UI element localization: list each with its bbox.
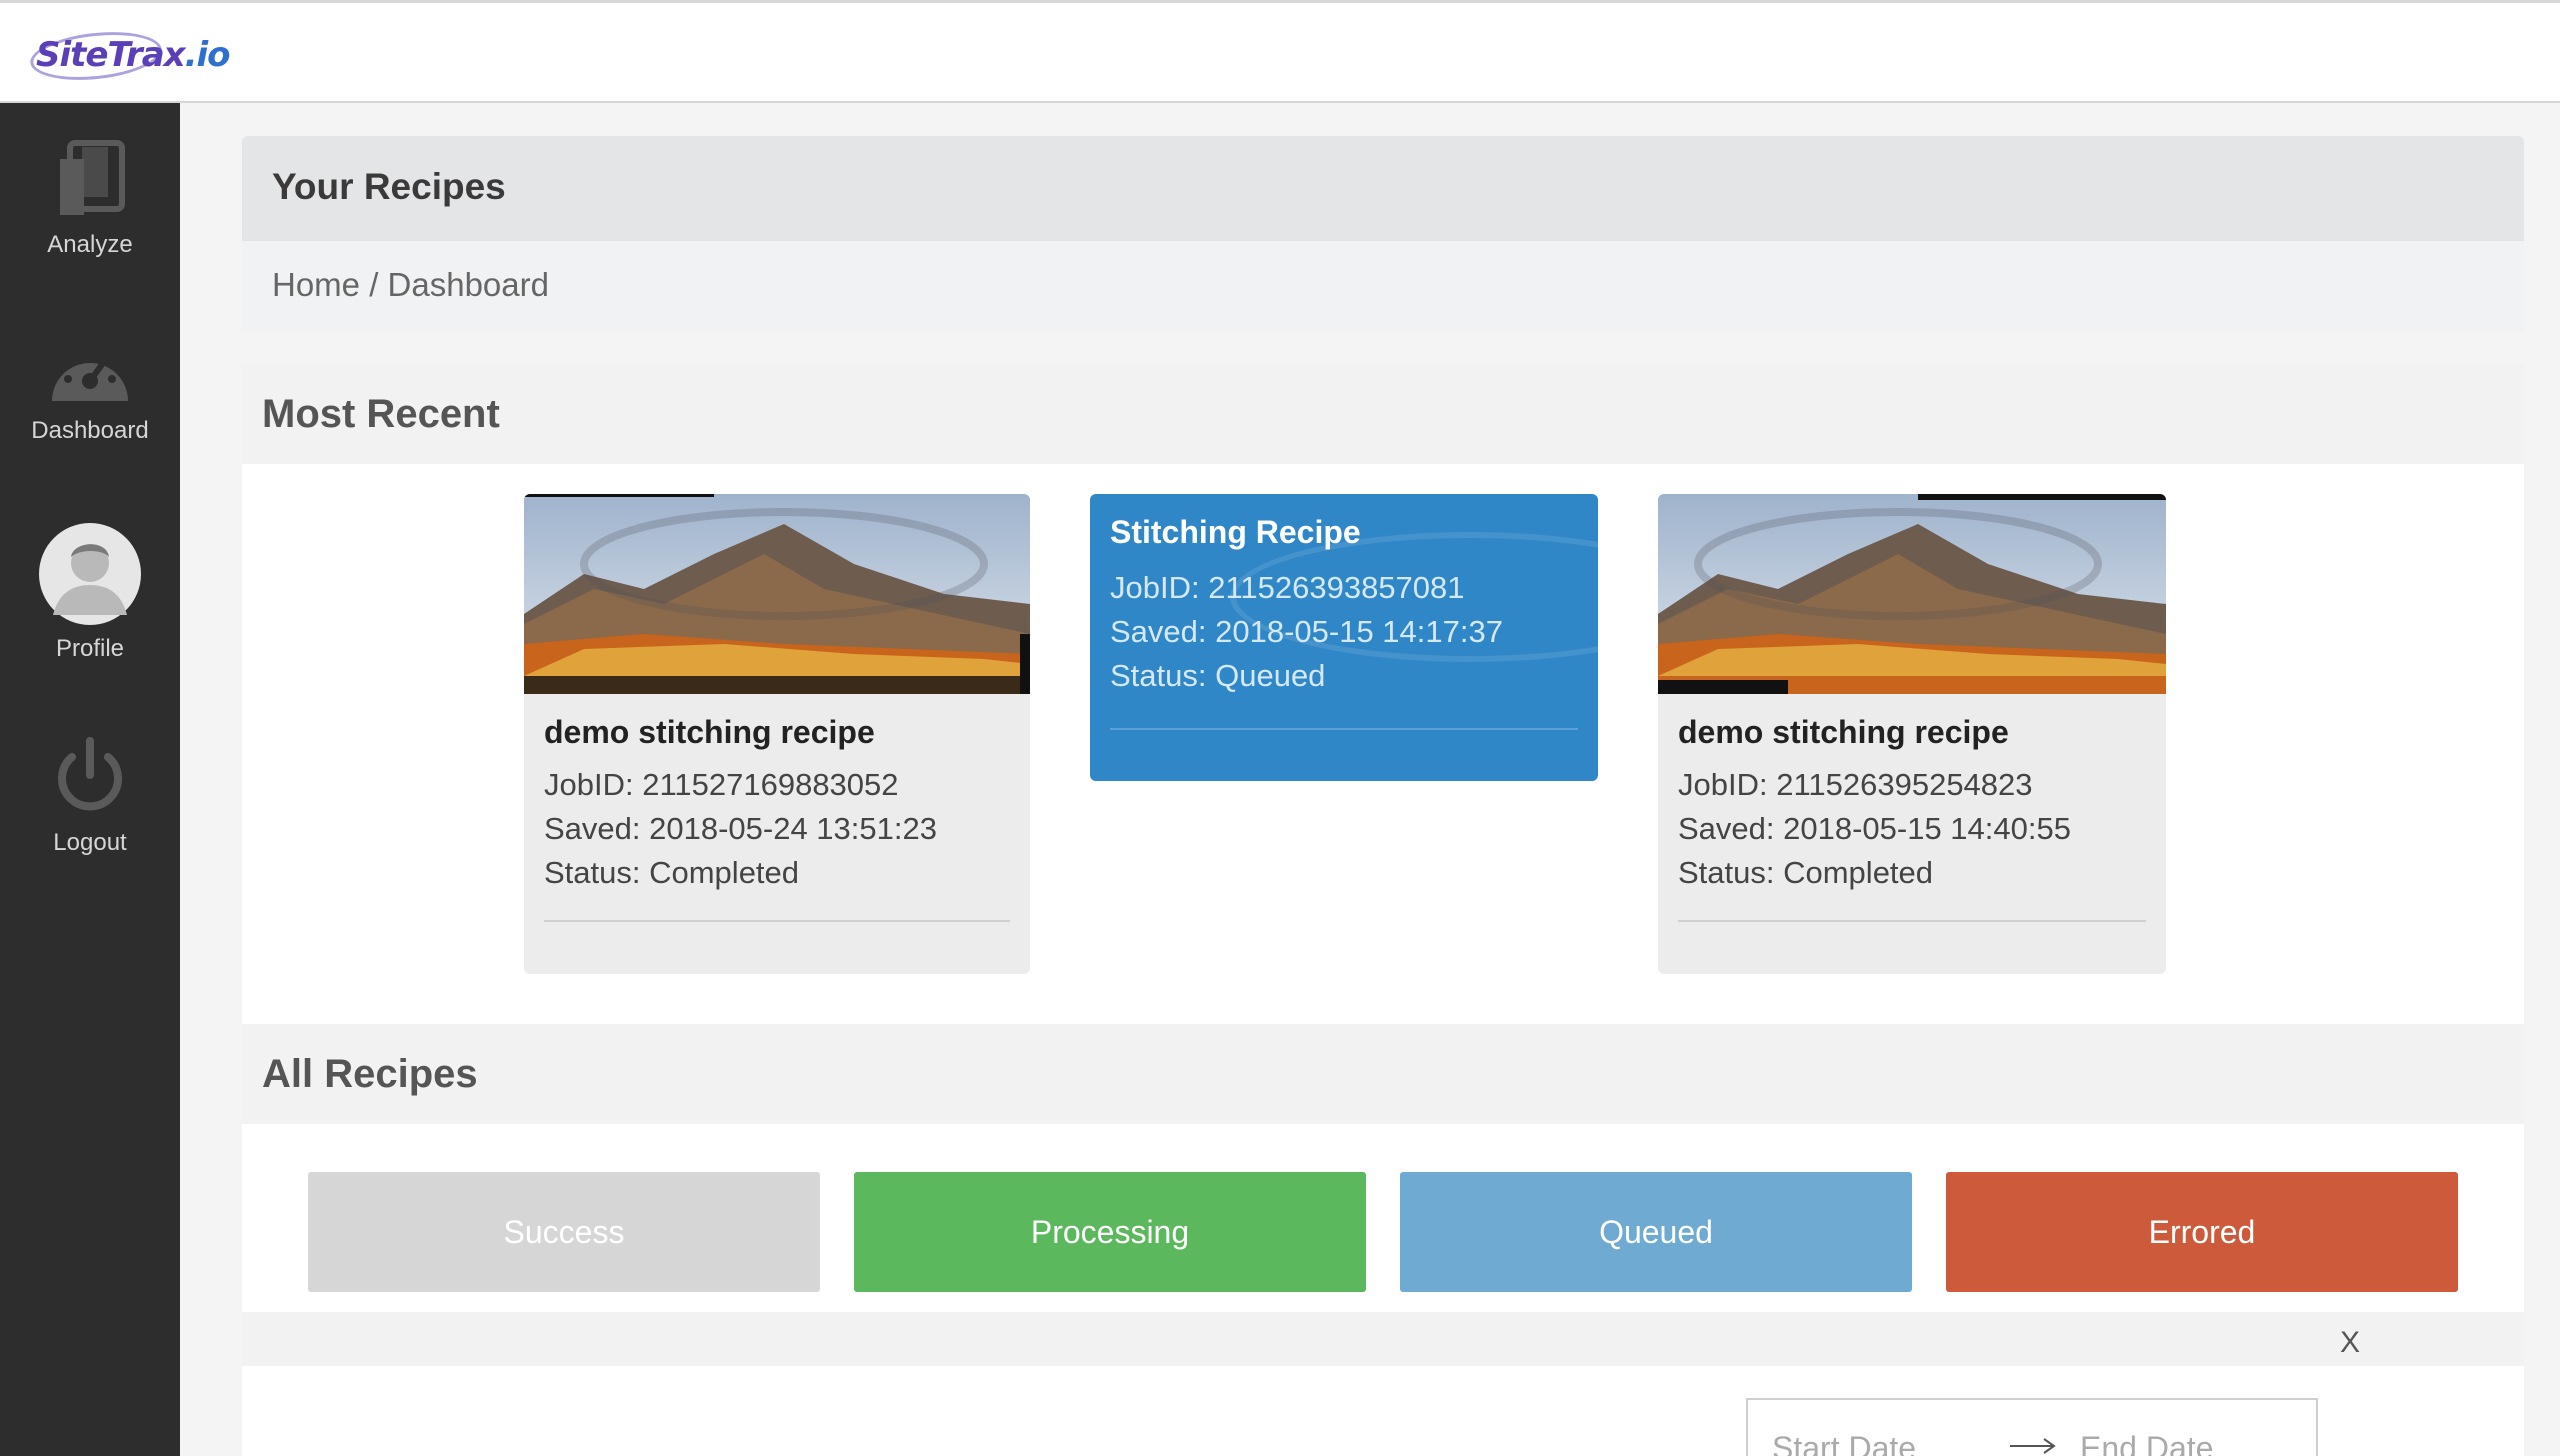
recipe-card[interactable]: demo stitching recipe JobID: 21152716988…	[524, 494, 1030, 974]
recipe-title: Stitching Recipe	[1110, 514, 1361, 550]
filter-processing-button[interactable]: Processing	[854, 1172, 1366, 1292]
arrow-right-icon	[2010, 1438, 2056, 1454]
speedometer-icon	[52, 349, 128, 401]
top-bar: SiteTrax.io	[0, 0, 2560, 103]
filter-errored-button[interactable]: Errored	[1946, 1172, 2458, 1292]
sidebar-item-label: Analyze	[47, 231, 133, 258]
date-range-picker[interactable]: Start Date End Date	[1746, 1398, 2318, 1456]
divider	[1110, 728, 1578, 730]
header-band	[242, 240, 2524, 332]
filter-queued-button[interactable]: Queued	[1400, 1172, 1912, 1292]
recipe-saved: Saved: 2018-05-15 14:17:37	[1110, 614, 1503, 649]
recipe-job-id: JobID: 211526395254823	[1678, 767, 2033, 802]
sidebar: Analyze Dashboard Profile Logout	[0, 103, 180, 1456]
most-recent-header: Most Recent	[242, 364, 2524, 464]
page-header: Your Recipes Home / Dashboard	[242, 136, 2524, 332]
recipe-thumbnail	[524, 494, 1030, 694]
recipe-saved: Saved: 2018-05-24 13:51:23	[544, 811, 937, 846]
sidebar-item-dashboard[interactable]: Dashboard	[0, 335, 180, 445]
recipe-status: Status: Queued	[1110, 658, 1326, 693]
filter-success-button[interactable]: Success	[308, 1172, 820, 1292]
end-date-input[interactable]: End Date	[2080, 1430, 2213, 1456]
recipe-title: demo stitching recipe	[544, 714, 875, 750]
sidebar-item-profile[interactable]: Profile	[0, 523, 180, 663]
recipe-card-body: demo stitching recipe JobID: 21152639525…	[1658, 694, 2166, 974]
filter-strip	[242, 1312, 2524, 1366]
section-title: Most Recent	[262, 392, 500, 436]
header-top	[242, 136, 2524, 240]
sidebar-item-label: Profile	[55, 635, 125, 662]
recipe-card[interactable]: demo stitching recipe JobID: 21152639525…	[1658, 494, 2166, 974]
divider	[544, 920, 1010, 922]
recipe-saved: Saved: 2018-05-15 14:40:55	[1678, 811, 2071, 846]
recipe-status: Status: Completed	[1678, 855, 1934, 890]
sitetrax-logo[interactable]: SiteTrax.io	[36, 35, 231, 75]
sidebar-item-label: Logout	[53, 829, 127, 856]
all-recipes-header: All Recipes	[242, 1024, 2524, 1124]
recipe-status: Status: Completed	[544, 855, 800, 890]
recipe-job-id: JobID: 211526393857081	[1110, 570, 1465, 605]
start-date-input[interactable]: Start Date	[1772, 1430, 1916, 1456]
page-title: Your Recipes	[272, 166, 506, 207]
recipe-title: demo stitching recipe	[1678, 714, 2009, 750]
breadcrumb[interactable]: Home / Dashboard	[272, 266, 549, 304]
recipe-card-queued[interactable]: Stitching Recipe JobID: 211526393857081 …	[1090, 494, 1598, 781]
avatar	[39, 523, 141, 625]
section-title: All Recipes	[262, 1052, 478, 1096]
recipe-card-body: demo stitching recipe JobID: 21152716988…	[524, 694, 1030, 974]
close-button[interactable]: X	[2340, 1326, 2360, 1360]
sidebar-item-analyze[interactable]: Analyze	[0, 137, 180, 259]
sidebar-item-logout[interactable]: Logout	[0, 735, 180, 857]
recipe-job-id: JobID: 211527169883052	[544, 767, 899, 802]
sidebar-item-label: Dashboard	[31, 417, 149, 444]
copy-icon	[60, 140, 125, 215]
recipe-thumbnail	[1658, 494, 2166, 694]
power-icon	[58, 737, 122, 811]
divider	[1678, 920, 2146, 922]
